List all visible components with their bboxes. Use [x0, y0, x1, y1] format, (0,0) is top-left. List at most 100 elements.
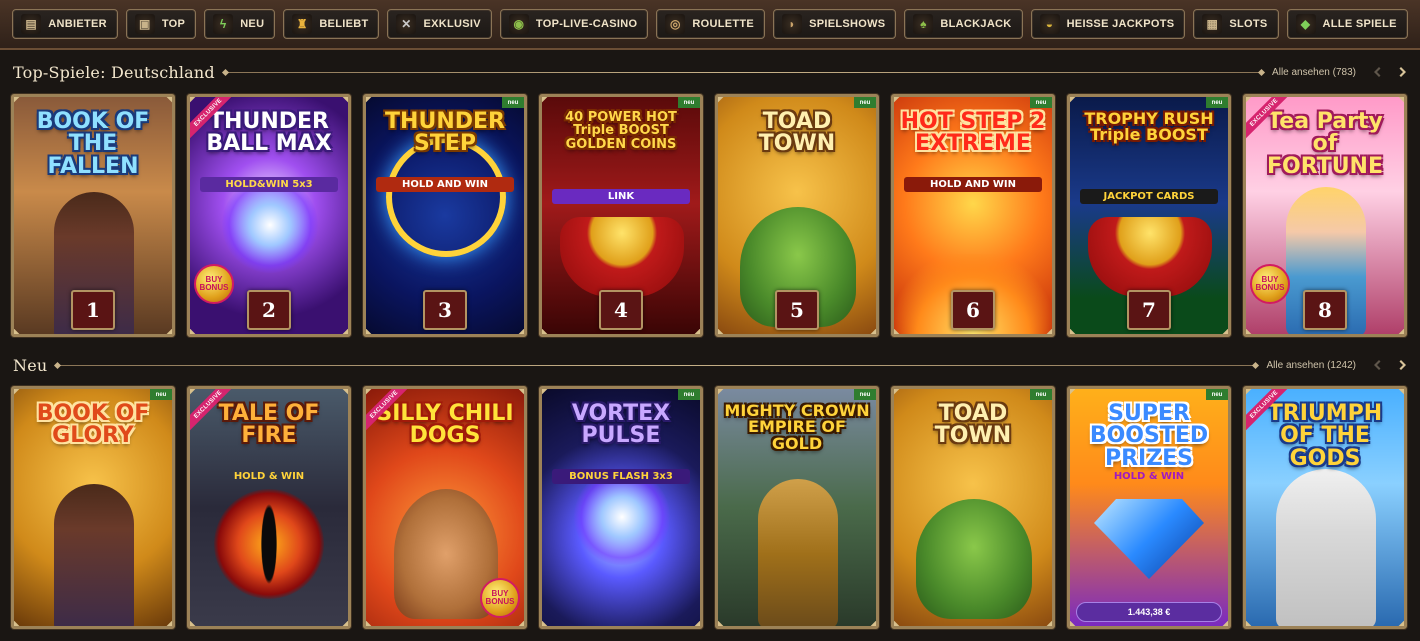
game-subtitle: HOLD & WIN — [233, 471, 305, 482]
new-badge: neu — [678, 97, 700, 108]
new-badge: neu — [854, 97, 876, 108]
game-tile[interactable]: SILLY CHILI DOGS EXCLUSIVE BUY BONUS — [363, 386, 527, 629]
nav-alle-spiele-button[interactable]: ◆ ALLE SPIELE — [1286, 9, 1408, 39]
game-tile[interactable]: TRIUMPH OF THE GODS EXCLUSIVE — [1243, 386, 1407, 629]
new-badge: neu — [502, 97, 524, 108]
nav-slots-button[interactable]: ▦ SLOTS — [1193, 9, 1279, 39]
see-all-top-link[interactable]: Alle ansehen (783) — [1272, 67, 1356, 78]
horn-icon: ◗ — [782, 14, 803, 34]
game-tile[interactable]: MIGHTY CROWN EMPIRE OF GOLD neu — [715, 386, 879, 629]
nav-beliebt-button[interactable]: ♜ BELIEBT — [283, 9, 380, 39]
game-tile[interactable]: TOAD TOWN neu — [891, 386, 1055, 629]
nav-label: ALLE SPIELE — [1322, 18, 1397, 30]
decorative-divider — [224, 71, 1263, 73]
game-subtitle: HOLD & WIN — [1113, 471, 1185, 482]
game-title: HOT STEP 2 EXTREME — [900, 109, 1046, 157]
game-title: TOAD TOWN — [934, 401, 1012, 449]
section-header-top: Top-Spiele: Deutschland Alle ansehen (78… — [13, 62, 1410, 82]
rank-badge: 1 — [71, 290, 115, 330]
new-badge: neu — [678, 389, 700, 400]
game-tile[interactable]: BOOK OF GLORY neu — [11, 386, 175, 629]
lightning-icon: ϟ — [213, 14, 234, 34]
game-tile[interactable]: 40 POWER HOT Triple BOOST GOLDEN COINS LI… — [539, 94, 703, 337]
category-nav: ▤ ANBIETER ▣ TOP ϟ NEU ♜ BELIEBT ✕ EXKLUSIV ◉ TOP-L… — [0, 0, 1420, 50]
game-subtitle: BONUS FLASH 3x3 — [552, 469, 690, 484]
new-badge: neu — [1030, 389, 1052, 400]
game-tile[interactable]: TOAD TOWN neu 5 — [715, 94, 879, 337]
crossed-swords-icon: ✕ — [396, 14, 417, 34]
gold-pot-illustration — [1088, 217, 1212, 297]
new-badge: neu — [1206, 389, 1228, 400]
prev-arrow-icon[interactable] — [1370, 358, 1384, 372]
character-illustration — [54, 484, 134, 626]
game-tile[interactable]: TALE OF FIRE HOLD & WIN EXCLUSIVE — [187, 386, 351, 629]
game-title: MIGHTY CROWN EMPIRE OF GOLD — [724, 401, 870, 453]
nav-exklusiv-button[interactable]: ✕ EXKLUSIV — [387, 9, 492, 39]
buy-bonus-badge: BUY BONUS — [194, 264, 234, 304]
game-title: BOOK OF GLORY — [36, 401, 150, 449]
nav-neu-button[interactable]: ϟ NEU — [204, 9, 276, 39]
nav-label: BLACKJACK — [940, 18, 1012, 30]
new-badge: neu — [854, 389, 876, 400]
toad-illustration — [916, 499, 1032, 619]
see-all-new-link[interactable]: Alle ansehen (1242) — [1266, 360, 1356, 371]
game-subtitle: HOLD AND WIN — [376, 177, 514, 192]
slot-machine-icon: ▦ — [1202, 14, 1223, 34]
game-title: 40 POWER HOT Triple BOOST GOLDEN COINS — [565, 110, 677, 152]
nav-heisse-jackpots-button[interactable]: ◒ HEISSE JACKPOTS — [1030, 9, 1186, 39]
next-arrow-icon[interactable] — [1396, 65, 1410, 79]
rank-badge: 4 — [599, 290, 643, 330]
jackpot-amount: 1.443,38 € — [1076, 602, 1222, 622]
game-tile[interactable]: THUNDER BALL MAX HOLD&WIN 5x3 EXCLUSIVE BUY… — [187, 94, 351, 337]
game-title: TALE OF FIRE — [218, 401, 320, 449]
game-title: Tea Party of FORTUNE — [1267, 109, 1383, 179]
zeus-illustration — [1276, 469, 1376, 626]
book-icon: ▤ — [21, 14, 42, 34]
nav-label: ANBIETER — [48, 18, 107, 30]
game-subtitle: LINK — [552, 189, 690, 204]
treasure-chest-icon: ▣ — [134, 14, 155, 34]
nav-spielshows-button[interactable]: ◗ SPIELSHOWS — [773, 9, 897, 39]
nav-blackjack-button[interactable]: ♠ BLACKJACK — [904, 9, 1023, 39]
game-tile[interactable]: HOT STEP 2 EXTREME HOLD AND WIN neu 6 — [891, 94, 1055, 337]
game-title: TRIUMPH OF THE GODS — [1267, 401, 1383, 471]
game-title: THUNDER BALL MAX — [206, 109, 332, 157]
game-tile[interactable]: SUPER BOOSTED PRIZES HOLD & WIN neu 1.443,3… — [1067, 386, 1231, 629]
game-subtitle: HOLD&WIN 5x3 — [200, 177, 338, 192]
game-tile[interactable]: TROPHY RUSH Triple BOOST JACKPOT CARDS neu… — [1067, 94, 1231, 337]
game-title: TOAD TOWN — [758, 109, 836, 157]
section-title-top: Top-Spiele: Deutschland — [13, 62, 215, 82]
section-title-new: Neu — [13, 355, 48, 375]
game-title: SILLY CHILI DOGS — [376, 401, 514, 449]
rank-badge: 8 — [1303, 290, 1347, 330]
new-games-row: BOOK OF GLORY neu TALE OF FIRE HOLD & WIN EX… — [11, 386, 1407, 629]
roulette-icon: ◎ — [665, 14, 686, 34]
next-arrow-icon[interactable] — [1396, 358, 1410, 372]
game-tile[interactable]: Tea Party of FORTUNE EXCLUSIVE BUY BONUS 8 — [1243, 94, 1407, 337]
nav-top-button[interactable]: ▣ TOP — [125, 9, 197, 39]
game-subtitle: HOLD AND WIN — [904, 177, 1042, 192]
nav-top-live-casino-button[interactable]: ◉ TOP-LIVE-CASINO — [499, 9, 649, 39]
prev-arrow-icon[interactable] — [1370, 65, 1384, 79]
game-tile[interactable]: THUNDER STEP HOLD AND WIN neu 3 — [363, 94, 527, 337]
nav-label: TOP-LIVE-CASINO — [535, 18, 638, 30]
nav-label: TOP — [161, 18, 186, 30]
gem-icon: ◆ — [1295, 14, 1316, 34]
new-badge: neu — [1206, 97, 1228, 108]
nav-anbieter-button[interactable]: ▤ ANBIETER — [12, 9, 118, 39]
top-games-row: BOOK OF THE FALLEN 1 THUNDER BALL MAX HOLD&… — [11, 94, 1407, 337]
rank-badge: 3 — [423, 290, 467, 330]
game-title: BOOK OF THE FALLEN — [36, 109, 150, 179]
game-tile[interactable]: VORTEX PULSE BONUS FLASH 3x3 neu — [539, 386, 703, 629]
nav-label: HEISSE JACKPOTS — [1066, 18, 1175, 30]
nav-label: SPIELSHOWS — [809, 18, 886, 30]
coin-icon: ◉ — [508, 14, 529, 34]
nav-label: SLOTS — [1229, 18, 1268, 30]
nav-label: NEU — [240, 18, 265, 30]
decorative-divider — [57, 364, 1257, 366]
game-tile[interactable]: BOOK OF THE FALLEN 1 — [11, 94, 175, 337]
nav-label: EXKLUSIV — [423, 18, 481, 30]
game-title: VORTEX PULSE — [571, 401, 671, 449]
rank-badge: 6 — [951, 290, 995, 330]
nav-roulette-button[interactable]: ◎ ROULETTE — [656, 9, 766, 39]
